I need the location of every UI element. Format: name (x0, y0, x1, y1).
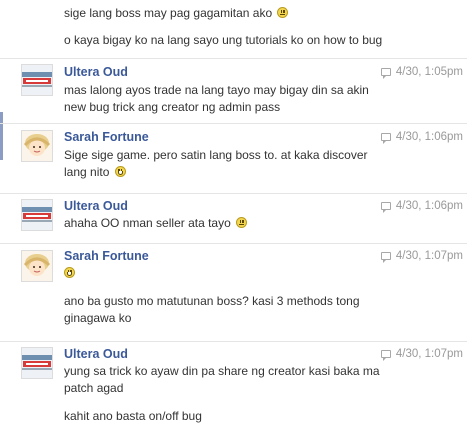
avatar-image (22, 200, 52, 230)
message-group: Sarah Fortune 4/30, 1:07pm ano ba gusto … (0, 243, 467, 341)
sarah-fortune-avatar[interactable] (21, 130, 53, 162)
message-timestamp: 4/30, 1:05pm (380, 66, 463, 79)
avatar-image (22, 251, 52, 281)
message-line: kahit ano basta on/off bug (64, 409, 202, 423)
neutral-smiley-icon (236, 217, 248, 228)
chat-bubble-icon (380, 68, 391, 79)
chat-bubble-icon (380, 252, 391, 263)
message-line: ano ba gusto mo matutunan boss? kasi 3 m… (64, 294, 360, 308)
grin-smiley-icon (64, 267, 75, 278)
ultera-oud-avatar[interactable] (21, 199, 53, 231)
message-timestamp: 4/30, 1:06pm (380, 131, 463, 144)
message-line: mas lalong ayos trade na lang tayo may b… (64, 83, 369, 97)
chat-conversation: sige lang boss may pag gagamitan ako o k… (0, 0, 467, 439)
message-timestamp: 4/30, 1:06pm (380, 200, 463, 213)
message-line: ahaha OO nman seller ata tayo (64, 216, 248, 231)
message-line: ginagawa ko (64, 311, 132, 325)
message-line: sige lang boss may pag gagamitan ako (64, 6, 289, 21)
sender-name[interactable]: Sarah Fortune (64, 130, 149, 144)
ultera-oud-avatar[interactable] (21, 64, 53, 96)
message-line: yung sa trick ko ayaw din pa share ng cr… (64, 364, 380, 378)
message-group: Ultera Oud 4/30, 1:05pm mas lalong ayos … (0, 58, 467, 123)
message-line: Sige sige game. pero satin lang boss to.… (64, 148, 368, 162)
message-group-top: sige lang boss may pag gagamitan ako o k… (0, 0, 467, 58)
chat-bubble-icon (380, 202, 391, 213)
sender-name[interactable]: Sarah Fortune (64, 249, 149, 263)
message-line: o kaya bigay ko na lang sayo ung tutoria… (64, 33, 383, 47)
neutral-smiley-icon (277, 7, 289, 18)
message-group: Sarah Fortune 4/30, 1:06pm Sige sige gam… (0, 123, 467, 193)
message-group: Ultera Oud 4/30, 1:07pm yung sa trick ko… (0, 341, 467, 436)
message-timestamp: 4/30, 1:07pm (380, 250, 463, 263)
grin-smiley-icon (114, 166, 126, 177)
message-group: Ultera Oud 4/30, 1:06pm ahaha OO nman se… (0, 193, 467, 243)
message-line: patch agad (64, 381, 124, 395)
sender-name[interactable]: Ultera Oud (64, 199, 128, 213)
sender-name[interactable]: Ultera Oud (64, 347, 128, 361)
message-line (64, 266, 75, 281)
message-line: lang nito (64, 165, 126, 180)
sender-name[interactable]: Ultera Oud (64, 65, 128, 79)
ultera-oud-avatar[interactable] (21, 347, 53, 379)
chat-bubble-icon (380, 350, 391, 361)
avatar-image (22, 131, 52, 161)
sarah-fortune-avatar[interactable] (21, 250, 53, 282)
message-timestamp: 4/30, 1:07pm (380, 348, 463, 361)
message-line: new bug trick ang creator ng admin pass (64, 100, 281, 114)
chat-bubble-icon (380, 133, 391, 144)
avatar-image (22, 65, 52, 95)
avatar-image (22, 348, 52, 378)
